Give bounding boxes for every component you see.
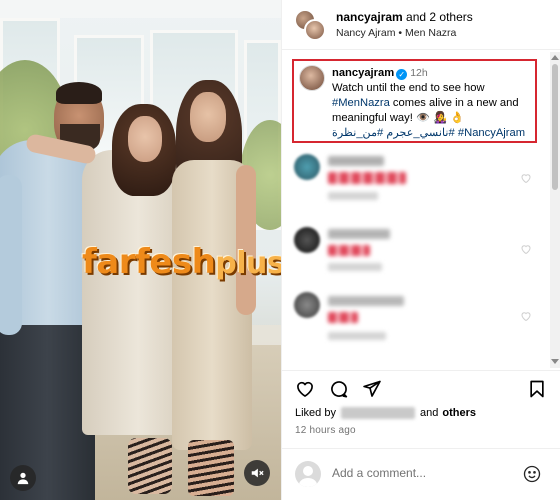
likes-prefix: Liked by bbox=[295, 407, 336, 419]
comment-bubble-icon bbox=[331, 381, 348, 398]
person-icon bbox=[17, 472, 29, 485]
blurred-username bbox=[328, 296, 404, 306]
caption-username[interactable]: nancyajram bbox=[332, 67, 394, 79]
comment-item bbox=[294, 152, 534, 204]
blurred-comment-meta bbox=[328, 263, 382, 271]
heart-icon[interactable] bbox=[520, 172, 532, 184]
scroll-thumb[interactable] bbox=[552, 64, 558, 190]
likes-summary[interactable]: Liked by and others bbox=[295, 407, 476, 419]
likes-conjunction: and bbox=[419, 407, 439, 419]
save-button[interactable] bbox=[527, 379, 547, 399]
blurred-username bbox=[328, 229, 390, 239]
blurred-comment-text bbox=[328, 245, 370, 256]
avatar[interactable] bbox=[294, 154, 320, 180]
add-comment-bar bbox=[282, 448, 560, 500]
emoji-button[interactable] bbox=[522, 464, 542, 484]
post-photo[interactable]: farfeshplus.com bbox=[0, 0, 281, 500]
likes-others-link[interactable]: others bbox=[442, 407, 476, 419]
blurred-comment-text bbox=[328, 172, 406, 184]
avatar[interactable] bbox=[294, 227, 320, 253]
comment-button[interactable] bbox=[329, 379, 349, 399]
heart-icon[interactable] bbox=[520, 310, 532, 322]
avatar[interactable] bbox=[294, 292, 320, 318]
collab-avatars[interactable] bbox=[294, 8, 326, 41]
blurred-liker-name bbox=[340, 407, 415, 419]
watermark-main-text: farfesh bbox=[82, 242, 216, 282]
avatar[interactable] bbox=[304, 18, 326, 41]
caption-text: nancyajram ✓ 12h Watch until the end to se… bbox=[332, 66, 535, 141]
tagged-users-button[interactable] bbox=[10, 465, 36, 491]
woman-center-face bbox=[128, 116, 162, 162]
woman-right-legs bbox=[188, 440, 234, 496]
comment-item bbox=[294, 225, 534, 277]
blurred-comment-text bbox=[328, 312, 358, 323]
hashtag-link[interactable]: #NancyAjram bbox=[458, 127, 525, 139]
blurred-comment-meta bbox=[328, 332, 386, 340]
verified-badge-icon: ✓ bbox=[396, 69, 408, 80]
speaker-muted-icon bbox=[251, 468, 264, 478]
instagram-post-viewer: farfeshplus.com nancyajram and 2 others … bbox=[0, 0, 560, 500]
avatar[interactable] bbox=[299, 65, 325, 91]
caption-line-2: comes alive in a new and bbox=[389, 97, 519, 109]
blurred-username bbox=[328, 156, 384, 166]
smiley-icon bbox=[523, 465, 541, 483]
hashtag-link[interactable]: #نانسي_عجرم bbox=[386, 127, 454, 139]
farfesh-watermark: farfeshplus.com bbox=[82, 242, 281, 282]
caption-line-3: meaningful way! 👁️ 👩‍🎤 👌 bbox=[332, 112, 464, 124]
comment-input[interactable] bbox=[332, 466, 512, 480]
background-window bbox=[0, 0, 281, 18]
caption-line-1: Watch until the end to see how bbox=[332, 82, 485, 94]
hashtag-link[interactable]: #من_نظرة bbox=[332, 127, 383, 139]
mute-button[interactable] bbox=[244, 460, 270, 486]
bookmark-icon bbox=[530, 380, 544, 398]
hashtag-link[interactable]: #MenNazra bbox=[332, 97, 390, 109]
paper-plane-icon bbox=[363, 380, 381, 397]
man-arm bbox=[0, 175, 22, 335]
woman-right-arm bbox=[236, 165, 256, 315]
post-side-panel: nancyajram and 2 others Nancy Ajram • Me… bbox=[281, 0, 560, 500]
post-header: nancyajram and 2 others Nancy Ajram • Me… bbox=[282, 0, 560, 50]
caption-age: 12h bbox=[410, 67, 428, 79]
share-button[interactable] bbox=[362, 379, 382, 399]
comment-item bbox=[294, 290, 534, 342]
header-text: nancyajram and 2 others Nancy Ajram • Me… bbox=[336, 10, 473, 39]
audio-subtitle[interactable]: Nancy Ajram • Men Nazra bbox=[336, 27, 473, 39]
avatar bbox=[295, 461, 321, 487]
watermark-tail-text: plus.com bbox=[215, 246, 281, 281]
scroll-down-arrow[interactable] bbox=[551, 359, 559, 364]
coauthors-link[interactable]: and 2 others bbox=[406, 10, 473, 24]
scroll-up-arrow[interactable] bbox=[551, 55, 559, 60]
comments-scrollbar[interactable] bbox=[550, 52, 560, 368]
post-actions bbox=[282, 370, 560, 406]
like-button[interactable] bbox=[295, 379, 315, 399]
header-authors: nancyajram and 2 others bbox=[336, 10, 473, 24]
post-timestamp[interactable]: 12 hours ago bbox=[295, 425, 356, 436]
man-hair bbox=[56, 82, 102, 104]
blurred-comment-meta bbox=[328, 192, 378, 200]
heart-icon[interactable] bbox=[520, 243, 532, 255]
heart-icon bbox=[297, 381, 313, 397]
author-username[interactable]: nancyajram bbox=[336, 10, 403, 24]
woman-right-face bbox=[190, 92, 226, 142]
woman-center-shoes bbox=[128, 438, 172, 494]
caption-highlight-box: nancyajram ✓ 12h Watch until the end to se… bbox=[292, 59, 537, 143]
